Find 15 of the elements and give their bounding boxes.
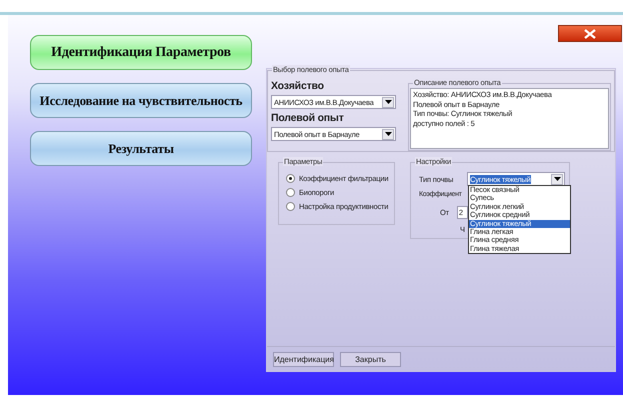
dialog-button[interactable]: Закрыть: [340, 352, 401, 367]
farm-label: Хозяйство: [271, 80, 325, 92]
radio-button[interactable]: [286, 202, 295, 211]
dialog-button[interactable]: Идентификация: [273, 352, 334, 367]
radio-button[interactable]: [286, 188, 295, 197]
close-icon: [583, 28, 597, 38]
nav-button[interactable]: Идентификация Параметров: [30, 35, 252, 70]
nav-button[interactable]: Результаты: [30, 131, 252, 166]
nav-button[interactable]: Исследование на чувствительность: [30, 83, 252, 118]
dropdown-arrow-icon: [384, 100, 392, 104]
close-button[interactable]: [558, 25, 622, 42]
dropdown-arrow-icon: [554, 177, 561, 181]
dropdown-arrow-icon: [384, 132, 392, 136]
experiment-label: Полевой опыт: [271, 112, 345, 124]
radio-button[interactable]: [286, 174, 295, 183]
